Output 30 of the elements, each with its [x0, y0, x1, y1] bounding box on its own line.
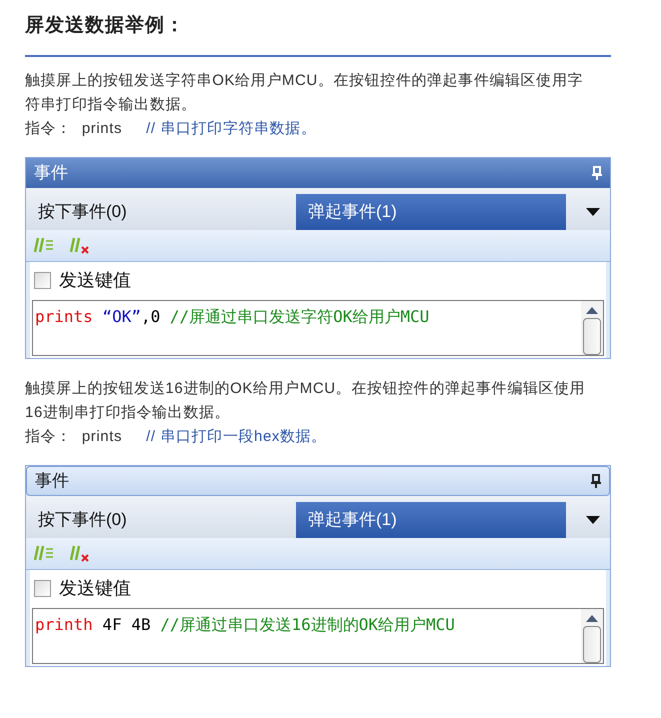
event-tab[interactable]: 按下事件(0): [26, 502, 296, 538]
event-tab[interactable]: 按下事件(0): [26, 194, 296, 230]
checkbox-label: 发送键值: [59, 269, 131, 292]
checkbox-label: 发送键值: [59, 577, 131, 600]
panel-title: 事件: [34, 162, 68, 184]
dropdown-caret-icon[interactable]: [586, 208, 600, 216]
checkbox[interactable]: [34, 272, 51, 289]
panel-title: 事件: [35, 470, 69, 492]
uncomment-icon[interactable]: [70, 236, 90, 254]
code-line: prints “OK”,0 //屏通过串口发送字符OK给用户MCU: [34, 306, 430, 328]
instruction-label: 指令：: [25, 118, 72, 138]
instruction-comment: // 串口打印字符串数据。: [146, 118, 316, 138]
scroll-up-icon[interactable]: [586, 614, 598, 622]
instruction-label: 指令：: [25, 426, 72, 446]
instruction-comment: // 串口打印一段hex数据。: [146, 426, 327, 446]
event-tab[interactable]: 弹起事件(1): [296, 194, 566, 230]
description: 触摸屏上的按钮发送16进制的OK给用户MCU。在按钮控件的弹起事件编辑区使用16进制串打印指令输出数据。: [24, 378, 586, 422]
scrollbar[interactable]: [581, 300, 603, 354]
uncomment-icon[interactable]: [70, 544, 90, 562]
pin-icon[interactable]: [591, 474, 601, 488]
checkbox[interactable]: [34, 580, 51, 597]
dropdown-caret-icon[interactable]: [586, 516, 600, 524]
scroll-up-icon[interactable]: [586, 306, 598, 314]
description: 触摸屏上的按钮发送字符串OK给用户MCU。在按钮控件的弹起事件编辑区使用字符串打印指令输出数据。: [24, 70, 584, 114]
event-tab[interactable]: 弹起事件(1): [296, 502, 566, 538]
section-heading: 屏发送数据举例：: [25, 14, 186, 38]
scrollbar[interactable]: [581, 608, 603, 662]
code-line: printh 4F 4B //屏通过串口发送16进制的OK给用户MCU: [34, 614, 456, 636]
instruction-name: prints: [82, 426, 122, 446]
instruction-name: prints: [82, 118, 122, 138]
